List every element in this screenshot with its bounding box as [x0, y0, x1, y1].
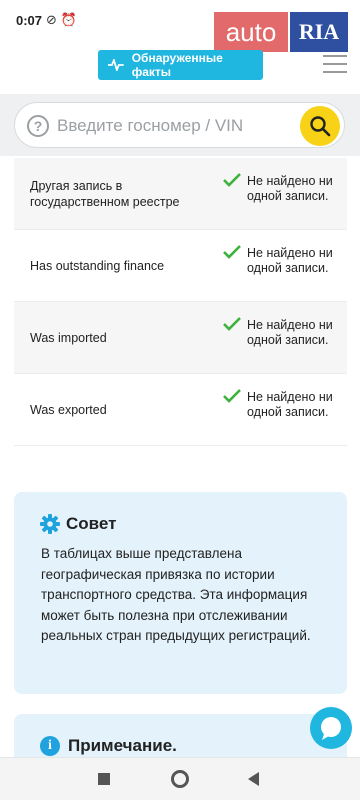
row-label: Другая запись в государственном реестре [30, 179, 180, 209]
mute-icon: ⊘ [46, 12, 61, 27]
search-bar: ? [0, 94, 360, 156]
status-icons: ⊘⏰ [46, 12, 81, 28]
logo-auto-text: auto [214, 12, 288, 52]
detected-facts-label: Обнаруженные факты [131, 51, 223, 79]
tip-text: В таблицах выше представлена географичес… [41, 546, 311, 643]
check-icon [223, 389, 241, 403]
tip-title: Совет [66, 514, 117, 533]
detected-facts-button[interactable]: Обнаруженные факты [98, 50, 263, 80]
chat-icon [321, 717, 341, 740]
row-label: Has outstanding finance [30, 259, 165, 273]
gear-icon [40, 514, 60, 534]
row-status: Не найдено ни одной записи. [247, 390, 333, 419]
row-status: Не найдено ни одной записи. [247, 318, 333, 347]
search-button[interactable] [300, 106, 340, 146]
row-status: Не найдено ни одной записи. [247, 174, 333, 203]
logo-ria-text: RIA [290, 12, 348, 52]
search-icon [310, 116, 331, 137]
table-row: Has outstanding finance Не найдено ни од… [14, 230, 347, 302]
row-label: Was exported [30, 403, 107, 417]
help-icon[interactable]: ? [27, 115, 49, 137]
back-icon[interactable] [248, 772, 259, 786]
row-label: Was imported [30, 331, 107, 345]
search-box: ? [14, 102, 345, 148]
recent-apps-icon[interactable] [98, 773, 110, 785]
row-status: Не найдено ни одной записи. [247, 246, 333, 275]
table-row: Другая запись в государственном реестре … [14, 158, 347, 230]
check-icon [223, 173, 241, 187]
results-table: Другая запись в государственном реестре … [14, 158, 347, 446]
system-nav-bar [0, 757, 360, 800]
status-time: 0:07 [16, 13, 43, 28]
tip-header: Совет [40, 514, 116, 534]
menu-icon[interactable] [323, 55, 347, 73]
table-row: Was exported Не найдено ни одной записи. [14, 374, 347, 446]
chat-button[interactable] [310, 707, 352, 749]
auto-ria-logo[interactable]: auto RIA [214, 12, 348, 52]
note-title: Примечание. [68, 736, 177, 755]
check-icon [223, 317, 241, 331]
table-row: Was imported Не найдено ни одной записи. [14, 302, 347, 374]
alarm-icon: ⏰ [60, 12, 82, 27]
pulse-icon [108, 59, 124, 71]
home-icon[interactable] [171, 770, 189, 788]
check-icon [223, 245, 241, 259]
search-input[interactable] [57, 115, 297, 137]
note-header: i Примечание. [40, 736, 177, 756]
tip-card: Совет В таблицах выше представлена геогр… [14, 492, 347, 694]
info-icon: i [40, 736, 60, 756]
